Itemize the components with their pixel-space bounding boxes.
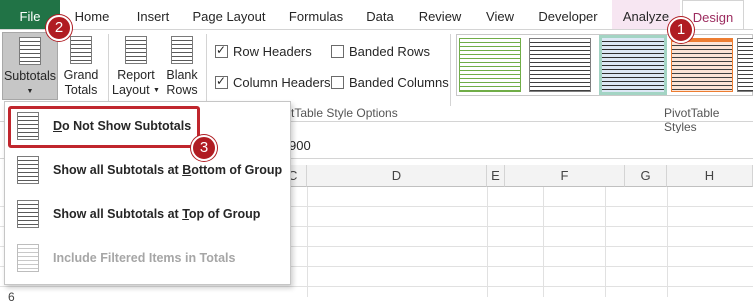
ribbon-separator <box>450 34 451 106</box>
ribbon-separator <box>206 34 207 106</box>
report-layout-label-2: Layout ▼ <box>112 83 160 97</box>
grand-totals-icon <box>70 36 92 64</box>
subtotals-top-icon <box>17 200 39 228</box>
style-swatch-green[interactable] <box>459 38 521 92</box>
style-swatch-blue-selected[interactable] <box>599 35 667 95</box>
column-headers-label: Column Headers <box>233 75 331 90</box>
chevron-down-icon: ▼ <box>153 87 160 95</box>
column-header-g[interactable]: G <box>625 165 667 187</box>
style-options-group-label: tTable Style Options <box>291 106 398 120</box>
checkbox-checked-icon <box>215 74 228 89</box>
report-layout-button[interactable]: Report Layout ▼ <box>112 32 160 100</box>
menu-item-label: Show all Subtotals at Top of Group <box>53 207 261 221</box>
menu-item-label: Include Filtered Items in Totals <box>53 251 236 265</box>
column-header-h[interactable]: H <box>667 165 753 187</box>
checkbox-checked-icon <box>215 43 228 58</box>
tab-formulas[interactable]: Formulas <box>280 0 352 30</box>
banded-columns-label: Banded Columns <box>349 75 449 90</box>
row-headers-checkbox[interactable]: Row Headers <box>215 43 312 59</box>
subtotals-bottom-icon <box>17 156 39 184</box>
banded-rows-checkbox[interactable]: Banded Rows <box>331 44 430 59</box>
checkbox-unchecked-icon <box>331 76 344 89</box>
filter-subtotals-icon <box>17 244 39 272</box>
subtotals-label: Subtotals <box>3 69 57 83</box>
highlight-box <box>8 106 200 148</box>
grid-row-line <box>0 286 753 287</box>
tab-view[interactable]: View <box>478 0 522 30</box>
checkbox-unchecked-icon <box>331 45 344 58</box>
chevron-down-icon: ▼ <box>26 88 34 95</box>
grid-col-line <box>487 187 488 297</box>
report-layout-label-1: Report <box>117 68 155 82</box>
style-swatch-gray[interactable] <box>529 38 591 92</box>
pivot-style-gallery <box>456 34 753 96</box>
formula-value: 900 <box>289 138 311 153</box>
style-swatch-more[interactable] <box>737 38 753 92</box>
ribbon-separator <box>108 34 109 106</box>
column-header-d[interactable]: D <box>307 165 487 187</box>
menu-item-subtotals-bottom[interactable]: Show all Subtotals at Bottom of Group <box>7 150 288 190</box>
grand-totals-label-1: Grand <box>63 68 99 82</box>
tab-developer[interactable]: Developer <box>530 0 606 30</box>
subtotals-icon <box>19 37 41 65</box>
blank-rows-icon <box>171 36 193 64</box>
blank-rows-label-1: Blank <box>166 68 198 82</box>
banded-rows-label: Banded Rows <box>349 44 430 59</box>
callout-3: 3 <box>191 135 217 161</box>
column-header-e[interactable]: E <box>487 165 505 187</box>
row-number[interactable]: 6 <box>8 290 15 304</box>
grid-col-line <box>605 187 606 297</box>
ribbon-tab-bar: File Home Insert Page Layout Formulas Da… <box>0 0 753 31</box>
style-swatch-orange[interactable] <box>671 38 733 92</box>
grid-col-line <box>307 187 308 297</box>
tab-insert[interactable]: Insert <box>124 0 182 30</box>
column-headers-checkbox[interactable]: Column Headers <box>215 74 331 90</box>
blank-rows-button[interactable]: Blank Rows ▼ <box>162 32 202 109</box>
menu-item-include-filtered: Include Filtered Items in Totals <box>7 238 288 278</box>
menu-item-subtotals-top[interactable]: Show all Subtotals at Top of Group <box>7 194 288 234</box>
grid-col-line <box>667 187 668 297</box>
tab-page-layout[interactable]: Page Layout <box>186 0 272 30</box>
grand-totals-button[interactable]: Grand Totals ▼ <box>60 32 102 109</box>
grid-col-line <box>543 187 544 297</box>
tab-review[interactable]: Review <box>410 0 470 30</box>
tab-data[interactable]: Data <box>358 0 402 30</box>
row-headers-label: Row Headers <box>233 44 312 59</box>
column-header-f[interactable]: F <box>505 165 625 187</box>
banded-columns-checkbox[interactable]: Banded Columns <box>331 75 449 90</box>
callout-1: 1 <box>668 17 694 43</box>
pivot-styles-group-label: PivotTable Styles <box>664 106 720 134</box>
menu-item-label: Show all Subtotals at Bottom of Group <box>53 163 283 177</box>
report-layout-icon <box>125 36 147 64</box>
subtotals-button[interactable]: Subtotals ▼ <box>2 32 58 100</box>
callout-2: 2 <box>46 15 72 41</box>
